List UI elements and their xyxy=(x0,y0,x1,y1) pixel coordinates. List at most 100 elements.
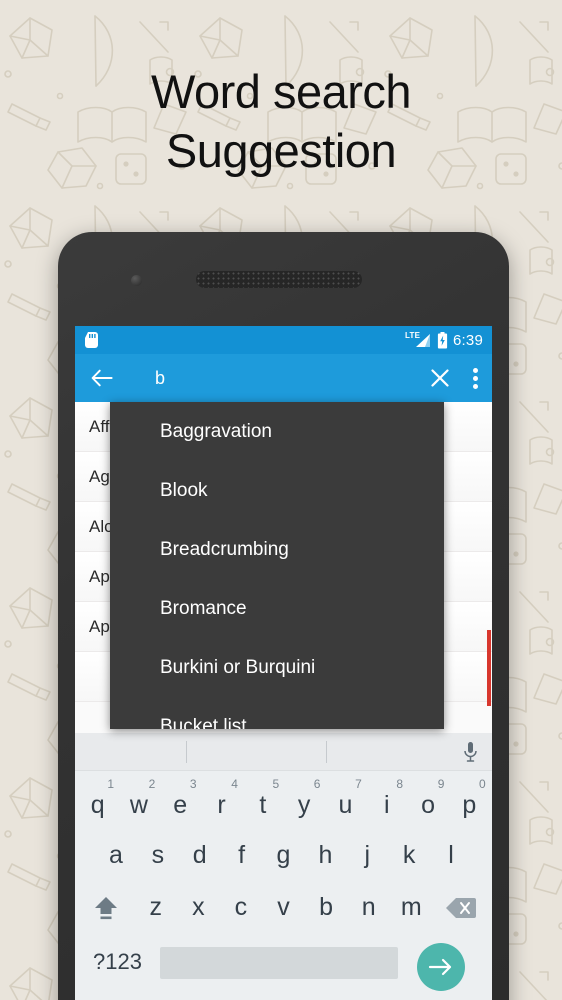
phone-mockup: LTE 6:39 b Affl Agr Alc App App Baggrava… xyxy=(58,232,509,1000)
on-screen-keyboard[interactable]: 1q 2w 3e 4r 5t 6y 7u 8i 9o 0p a s d f g … xyxy=(75,733,492,1000)
search-input[interactable] xyxy=(155,367,429,389)
enter-key[interactable] xyxy=(398,939,484,991)
suggestion-label: Baggravation xyxy=(160,420,272,442)
key-number: 5 xyxy=(272,777,280,791)
network-type-label: LTE xyxy=(405,331,421,340)
arrow-right-icon xyxy=(428,958,452,976)
key-d[interactable]: d xyxy=(179,833,221,868)
page-title-line-1: Word search xyxy=(150,65,412,118)
key-label: y xyxy=(297,791,311,819)
key-label: a xyxy=(108,841,123,869)
key-b[interactable]: b xyxy=(305,885,348,920)
key-label: t xyxy=(259,791,267,819)
key-n[interactable]: n xyxy=(347,885,390,920)
key-r[interactable]: 4r xyxy=(201,777,242,818)
key-c[interactable]: c xyxy=(220,885,263,920)
overflow-dot xyxy=(473,375,478,381)
suggestion-item[interactable]: Blook xyxy=(110,461,444,520)
key-label: c xyxy=(234,893,248,921)
strip-divider xyxy=(326,740,328,763)
close-icon[interactable] xyxy=(429,367,451,389)
back-arrow-icon[interactable] xyxy=(91,368,113,388)
key-w[interactable]: 2w xyxy=(118,777,159,818)
key-number: 1 xyxy=(107,777,114,791)
page-title-line-2: Suggestion xyxy=(165,124,397,177)
key-label: i xyxy=(383,791,390,819)
shift-icon xyxy=(94,897,117,920)
key-label: j xyxy=(364,841,371,869)
key-label: w xyxy=(129,791,148,819)
key-f[interactable]: f xyxy=(221,833,263,868)
key-number: 4 xyxy=(231,777,238,791)
suggestion-label: Bucket list xyxy=(160,715,247,730)
status-bar: LTE 6:39 xyxy=(75,326,492,354)
key-label: v xyxy=(277,893,290,921)
search-suggestion-dropdown[interactable]: Baggravation Blook Breadcrumbing Bromanc… xyxy=(110,402,444,729)
symbols-key-label: ?123 xyxy=(93,949,142,974)
status-indicators: LTE 6:39 xyxy=(405,331,483,349)
key-s[interactable]: s xyxy=(137,833,179,868)
key-label: s xyxy=(151,841,165,869)
key-label: r xyxy=(217,791,226,819)
key-number: 8 xyxy=(396,777,404,791)
shift-key[interactable] xyxy=(77,885,134,921)
sd-card-icon xyxy=(85,332,98,348)
key-o[interactable]: 9o xyxy=(407,777,448,818)
key-e[interactable]: 3e xyxy=(160,777,201,818)
microphone-icon[interactable] xyxy=(463,741,478,763)
suggestion-label: Blook xyxy=(160,479,208,501)
strip-divider xyxy=(186,740,188,763)
key-label: x xyxy=(192,893,205,921)
phone-top-bezel xyxy=(58,232,509,326)
backspace-key[interactable] xyxy=(433,885,490,919)
symbols-key[interactable]: ?123 xyxy=(83,939,160,973)
overflow-dot xyxy=(473,383,478,389)
key-number: 9 xyxy=(437,777,445,791)
backspace-icon xyxy=(446,898,477,918)
suggestion-item[interactable]: Baggravation xyxy=(110,402,444,461)
key-u[interactable]: 7u xyxy=(325,777,366,818)
key-m[interactable]: m xyxy=(390,885,433,920)
key-l[interactable]: l xyxy=(430,833,472,868)
key-z[interactable]: z xyxy=(134,885,177,920)
key-t[interactable]: 5t xyxy=(242,777,283,818)
key-label: g xyxy=(276,841,291,869)
key-number: 2 xyxy=(148,777,156,791)
key-v[interactable]: v xyxy=(262,885,305,920)
key-number: 0 xyxy=(478,777,486,791)
key-h[interactable]: h xyxy=(304,833,346,868)
phone-screen: LTE 6:39 b Affl Agr Alc App App Baggrava… xyxy=(75,326,492,1000)
suggestion-item[interactable]: Bucket list xyxy=(110,697,444,730)
key-a[interactable]: a xyxy=(95,833,137,868)
key-k[interactable]: k xyxy=(388,833,430,868)
key-label: l xyxy=(448,841,454,869)
key-label: k xyxy=(402,841,416,869)
keyboard-row-3[interactable]: z x c v b n m xyxy=(75,883,492,937)
suggestion-item[interactable]: Burkini or Burquini xyxy=(110,638,444,697)
keyboard-row-4[interactable]: ?123 xyxy=(75,937,492,993)
keyboard-row-2[interactable]: a s d f g h j k l xyxy=(75,831,492,883)
space-key[interactable] xyxy=(159,939,399,979)
key-i[interactable]: 8i xyxy=(366,777,407,818)
key-j[interactable]: j xyxy=(346,833,388,868)
keyboard-row-1[interactable]: 1q 2w 3e 4r 5t 6y 7u 8i 9o 0p xyxy=(75,771,492,831)
suggestion-label: Breadcrumbing xyxy=(160,538,289,560)
key-x[interactable]: x xyxy=(177,885,220,920)
key-label: z xyxy=(149,893,163,921)
camera-icon xyxy=(131,275,142,286)
suggestion-item[interactable]: Bromance xyxy=(110,579,444,638)
speaker-grille-icon xyxy=(196,271,362,288)
key-q[interactable]: 1q xyxy=(77,777,118,818)
list-scrollbar[interactable] xyxy=(487,630,491,706)
space-bar xyxy=(159,947,399,979)
suggestion-item[interactable]: Breadcrumbing xyxy=(110,520,444,579)
key-g[interactable]: g xyxy=(263,833,305,868)
more-vertical-icon[interactable] xyxy=(473,367,478,389)
key-p[interactable]: 0p xyxy=(449,777,490,818)
key-label: d xyxy=(192,841,207,869)
key-label: f xyxy=(238,841,246,869)
key-y[interactable]: 6y xyxy=(284,777,325,818)
keyboard-suggestion-strip[interactable] xyxy=(75,733,492,771)
battery-charging-icon xyxy=(437,331,448,348)
suggestion-label: Burkini or Burquini xyxy=(160,656,316,678)
